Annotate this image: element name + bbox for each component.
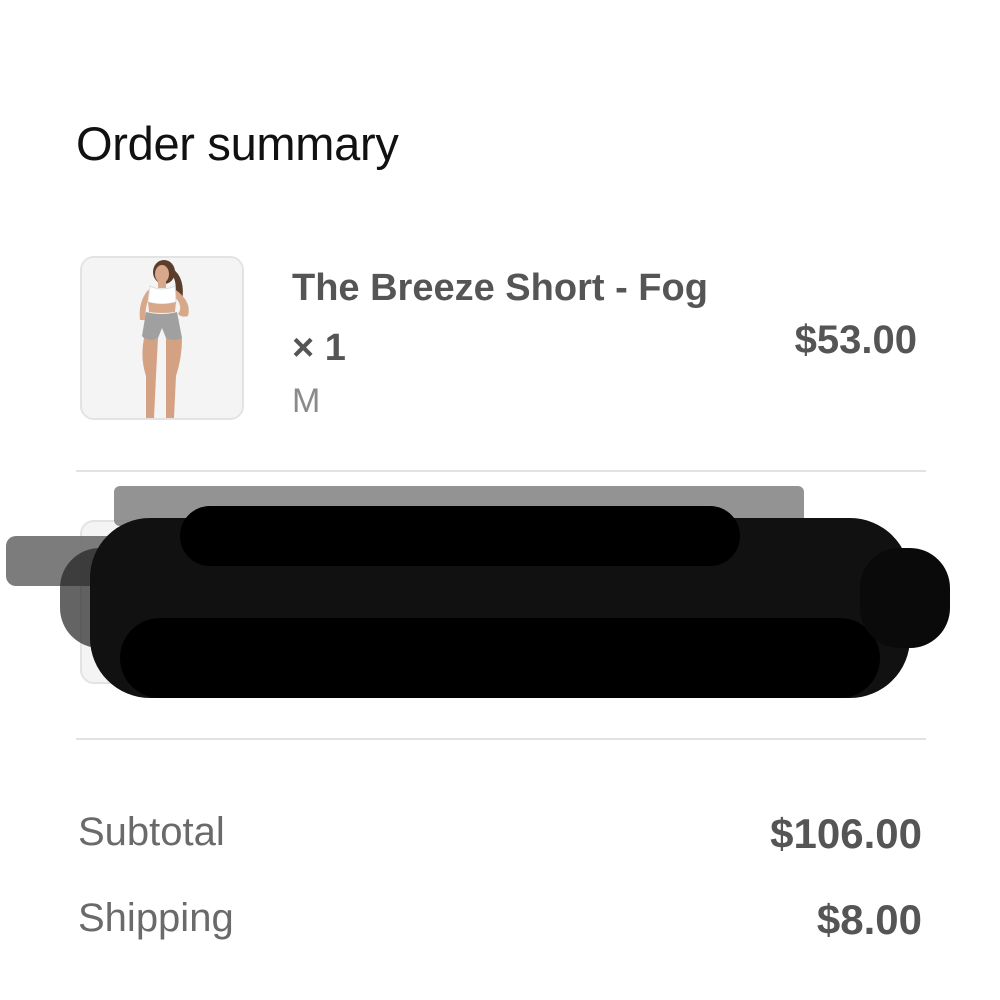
order-summary-page: Order summary The Breeze Short - Fog × 1… — [0, 0, 1000, 1000]
product-variant: M — [292, 646, 321, 684]
line-item: The Breeze Short - Fog × 1 M $53.00 — [80, 256, 925, 426]
shipping-row: Shipping $8.00 — [78, 896, 922, 956]
product-price: $53.00 — [794, 318, 917, 362]
product-name: The Breeze Short - Fog × 1 — [292, 267, 708, 369]
product-thumbnail — [80, 256, 244, 420]
shipping-label: Shipping — [78, 896, 234, 940]
product-thumbnail — [80, 520, 244, 684]
subtotal-label: Subtotal — [78, 810, 225, 854]
subtotal-row: Subtotal $106.00 — [78, 810, 922, 870]
line-item: The Breeze Short M — [80, 520, 925, 690]
divider — [76, 470, 926, 472]
order-summary-title: Order summary — [76, 117, 399, 170]
product-photo-icon — [82, 258, 242, 418]
product-name: The Breeze Short — [292, 531, 605, 573]
shipping-value: $8.00 — [816, 896, 922, 943]
product-variant: M — [292, 382, 321, 420]
divider — [76, 738, 926, 740]
subtotal-value: $106.00 — [770, 810, 922, 857]
